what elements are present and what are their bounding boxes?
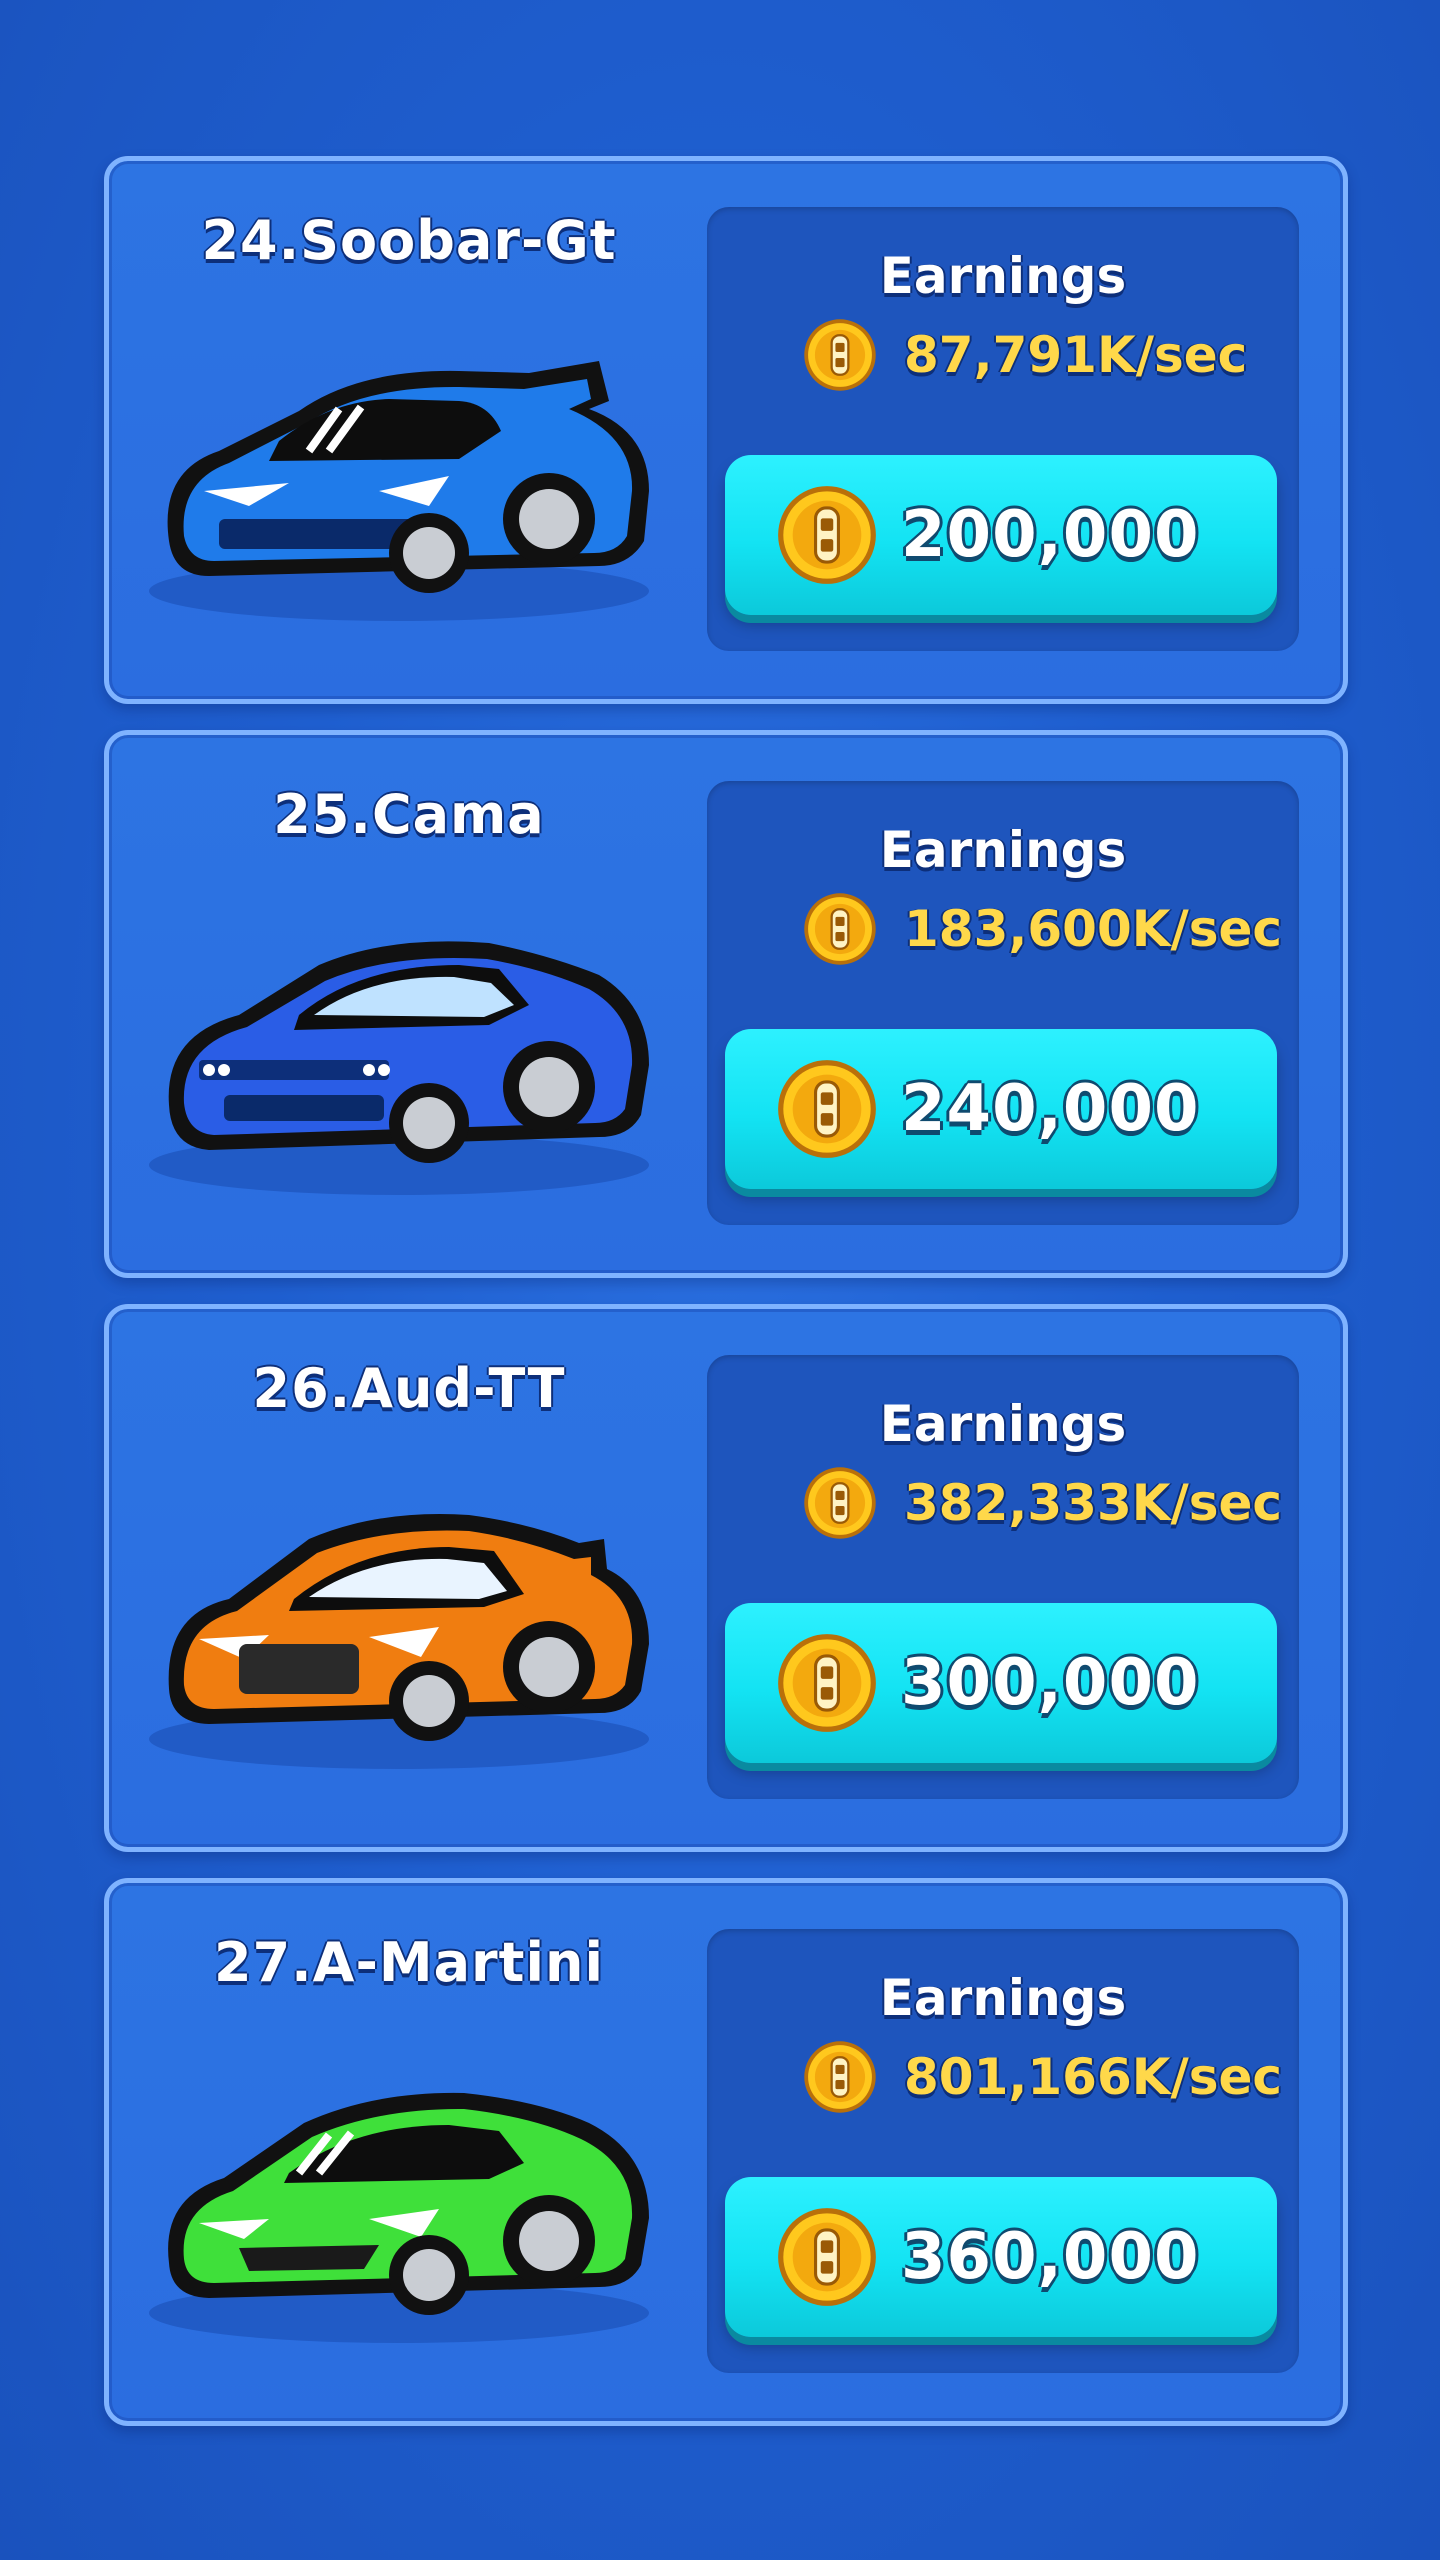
earnings-label: Earnings — [879, 247, 1127, 305]
gold-coin-icon — [802, 1465, 878, 1541]
gold-coin-icon — [775, 1057, 879, 1161]
earnings-panel: Earnings 382,333K/sec 300,000 — [707, 1355, 1299, 1799]
car-title: 25.Cama — [273, 783, 545, 846]
blue-sports-car-icon — [149, 361, 650, 621]
earnings-panel: Earnings 87,791K/sec 200,000 — [707, 207, 1299, 651]
earnings-panel: Earnings 183,600K/sec 240,000 — [707, 781, 1299, 1225]
price-label: 300,000 — [901, 1646, 1200, 1720]
earnings-label: Earnings — [879, 821, 1127, 879]
car-card: 27.A-Martini Earnings 801,166K/sec 360,0 — [104, 1878, 1348, 2426]
price-label: 360,000 — [901, 2220, 1200, 2294]
car-title: 26.Aud-TT — [252, 1357, 566, 1420]
earnings-value: 382,333K/sec — [904, 1474, 1283, 1532]
earnings-row: 382,333K/sec — [802, 1463, 1282, 1543]
earnings-value: 801,166K/sec — [904, 2048, 1283, 2106]
earnings-panel: Earnings 801,166K/sec 360,000 — [707, 1929, 1299, 2373]
orange-coupe-icon — [149, 1514, 649, 1769]
car-title: 27.A-Martini — [214, 1931, 604, 1994]
earnings-row: 87,791K/sec — [802, 315, 1247, 395]
car-card: 25.Cama Earnings 183,600K/sec 240,000 — [104, 730, 1348, 1278]
gold-coin-icon — [802, 317, 878, 393]
buy-button[interactable]: 200,000 — [725, 455, 1277, 615]
gold-coin-icon — [775, 2205, 879, 2309]
gold-coin-icon — [802, 2039, 878, 2115]
buy-button[interactable]: 240,000 — [725, 1029, 1277, 1189]
gold-coin-icon — [802, 891, 878, 967]
earnings-value: 183,600K/sec — [904, 900, 1283, 958]
buy-button[interactable]: 300,000 — [725, 1603, 1277, 1763]
price-label: 240,000 — [901, 1072, 1200, 1146]
buy-button[interactable]: 360,000 — [725, 2177, 1277, 2337]
earnings-label: Earnings — [879, 1969, 1127, 2027]
gold-coin-icon — [775, 1631, 879, 1735]
earnings-row: 801,166K/sec — [802, 2037, 1282, 2117]
car-title: 24.Soobar-Gt — [201, 209, 617, 272]
car-shop-list: 24.Soobar-Gt Earnings 87,791K/sec 200,00 — [104, 156, 1348, 2452]
blue-muscle-car-icon — [149, 941, 649, 1195]
gold-coin-icon — [775, 483, 879, 587]
car-card: 24.Soobar-Gt Earnings 87,791K/sec 200,00 — [104, 156, 1348, 704]
earnings-label: Earnings — [879, 1395, 1127, 1453]
earnings-value: 87,791K/sec — [904, 326, 1248, 384]
earnings-row: 183,600K/sec — [802, 889, 1282, 969]
car-card: 26.Aud-TT Earnings 382,333K/sec 300,000 — [104, 1304, 1348, 1852]
green-sports-car-icon — [149, 2092, 650, 2343]
price-label: 200,000 — [901, 498, 1200, 572]
